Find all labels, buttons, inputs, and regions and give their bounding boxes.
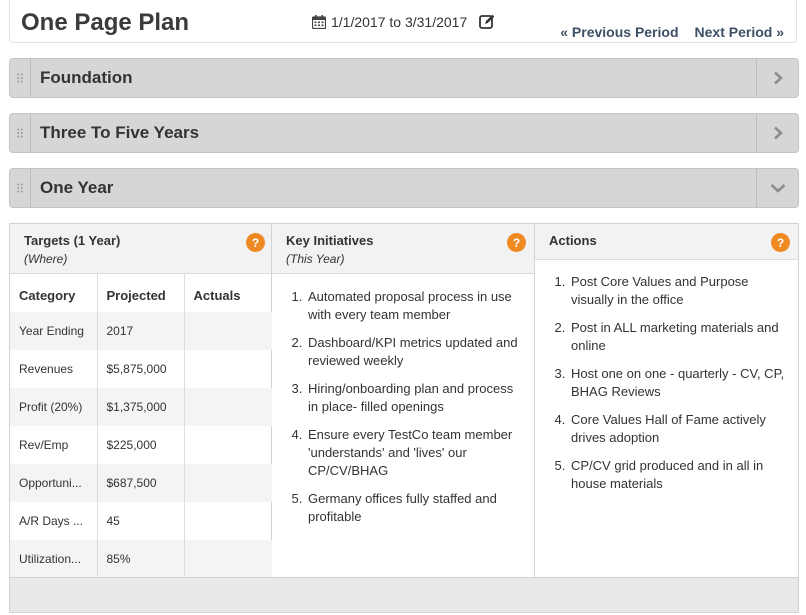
category-cell: Opportuni... xyxy=(10,464,98,502)
list-item[interactable]: Automated proposal process in use with e… xyxy=(306,288,522,324)
actuals-cell[interactable] xyxy=(184,426,272,464)
category-cell: Year Ending xyxy=(10,312,98,350)
table-row[interactable]: Revenues $5,875,000 xyxy=(10,350,272,388)
drag-handle[interactable] xyxy=(10,169,31,207)
page-title: One Page Plan xyxy=(21,9,190,36)
section-three-to-five-years[interactable]: Three To Five Years xyxy=(9,113,799,153)
drag-handle[interactable] xyxy=(10,114,31,152)
help-icon[interactable]: ? xyxy=(246,233,265,252)
category-cell: A/R Days ... xyxy=(10,502,98,540)
category-cell: Profit (20%) xyxy=(10,388,98,426)
table-row[interactable]: Profit (20%) $1,375,000 xyxy=(10,388,272,426)
projected-cell[interactable]: $5,875,000 xyxy=(97,350,185,388)
projected-cell[interactable]: $1,375,000 xyxy=(97,388,185,426)
category-cell: Revenues xyxy=(10,350,98,388)
initiatives-column: Key Initiatives (This Year) ? Automated … xyxy=(272,224,535,578)
chevron-right-icon xyxy=(773,126,783,140)
one-year-panel: Targets (1 Year) (Where) ? Category Proj… xyxy=(9,223,799,613)
category-cell: Utilization... xyxy=(10,540,98,578)
list-item[interactable]: Host one on one - quarterly - CV, CP, BH… xyxy=(569,365,786,401)
chevron-down-icon xyxy=(770,184,785,193)
panel-footer xyxy=(10,577,798,612)
list-item[interactable]: Post Core Values and Purpose visually in… xyxy=(569,273,786,309)
projected-cell[interactable]: 2017 xyxy=(97,312,185,350)
actions-column: Actions ? Post Core Values and Purpose v… xyxy=(535,224,798,578)
projected-cell[interactable]: $225,000 xyxy=(97,426,185,464)
drag-handle[interactable] xyxy=(10,59,31,97)
calendar-icon xyxy=(312,15,326,29)
initiatives-subtitle: (This Year) xyxy=(286,252,345,266)
initiatives-title: Key Initiatives xyxy=(286,233,374,248)
collapse-toggle[interactable] xyxy=(756,169,798,207)
projected-cell[interactable]: $687,500 xyxy=(97,464,185,502)
period-nav: « Previous Period Next Period » xyxy=(560,24,784,40)
actuals-cell[interactable] xyxy=(184,502,272,540)
table-row[interactable]: Opportuni... $687,500 xyxy=(10,464,272,502)
actuals-cell[interactable] xyxy=(184,540,272,578)
actions-title: Actions xyxy=(549,233,597,248)
projected-cell[interactable]: 45 xyxy=(97,502,185,540)
actions-list: Post Core Values and Purpose visually in… xyxy=(569,273,798,493)
section-one-year[interactable]: One Year xyxy=(9,168,799,208)
list-item[interactable]: Germany offices fully staffed and profit… xyxy=(306,490,522,526)
list-item[interactable]: Post in ALL marketing materials and onli… xyxy=(569,319,786,355)
targets-column: Targets (1 Year) (Where) ? Category Proj… xyxy=(10,224,272,578)
page-header: One Page Plan 1/1/2017 to 3/31/2017 « Pr… xyxy=(9,0,797,43)
targets-header: Targets (1 Year) (Where) ? xyxy=(10,224,271,274)
targets-subtitle: (Where) xyxy=(24,252,68,266)
targets-table: Category Projected Actuals Year Ending 2… xyxy=(10,274,272,578)
grip-icon xyxy=(17,183,23,193)
column-header-actuals: Actuals xyxy=(193,287,241,303)
table-header-row: Category Projected Actuals xyxy=(10,274,272,312)
help-icon[interactable]: ? xyxy=(507,233,526,252)
section-foundation[interactable]: Foundation xyxy=(9,58,799,98)
list-item[interactable]: Hiring/onboarding plan and process in pl… xyxy=(306,380,522,416)
edit-icon[interactable] xyxy=(479,14,495,30)
column-header-category: Category xyxy=(10,274,98,312)
previous-period-link[interactable]: « Previous Period xyxy=(560,24,678,40)
expand-toggle[interactable] xyxy=(756,59,798,97)
period-text: 1/1/2017 to 3/31/2017 xyxy=(331,14,468,30)
section-title: One Year xyxy=(40,178,114,197)
period-range: 1/1/2017 to 3/31/2017 xyxy=(312,14,495,30)
actuals-cell[interactable] xyxy=(184,388,272,426)
grip-icon xyxy=(17,128,23,138)
next-period-link[interactable]: Next Period » xyxy=(695,24,784,40)
section-title: Three To Five Years xyxy=(40,123,200,142)
section-title: Foundation xyxy=(40,68,133,87)
list-item[interactable]: Dashboard/KPI metrics updated and review… xyxy=(306,334,522,370)
category-cell: Rev/Emp xyxy=(10,426,98,464)
initiatives-header: Key Initiatives (This Year) ? xyxy=(272,224,534,274)
table-row[interactable]: Year Ending 2017 xyxy=(10,312,272,350)
table-row[interactable]: Rev/Emp $225,000 xyxy=(10,426,272,464)
help-icon[interactable]: ? xyxy=(771,233,790,252)
actions-header: Actions ? xyxy=(535,224,798,260)
actuals-cell[interactable] xyxy=(184,312,272,350)
list-item[interactable]: Core Values Hall of Fame actively drives… xyxy=(569,411,786,447)
initiatives-list: Automated proposal process in use with e… xyxy=(306,288,534,526)
column-header-projected: Projected xyxy=(97,274,185,312)
list-item[interactable]: CP/CV grid produced and in all in house … xyxy=(569,457,786,493)
actuals-cell[interactable] xyxy=(184,464,272,502)
targets-title: Targets (1 Year) xyxy=(24,233,121,248)
list-item[interactable]: Ensure every TestCo team member 'underst… xyxy=(306,426,522,480)
expand-toggle[interactable] xyxy=(756,114,798,152)
grip-icon xyxy=(17,73,23,83)
chevron-right-icon xyxy=(773,71,783,85)
table-row[interactable]: Utilization... 85% xyxy=(10,540,272,578)
table-row[interactable]: A/R Days ... 45 xyxy=(10,502,272,540)
projected-cell[interactable]: 85% xyxy=(97,540,185,578)
actuals-cell[interactable] xyxy=(184,350,272,388)
